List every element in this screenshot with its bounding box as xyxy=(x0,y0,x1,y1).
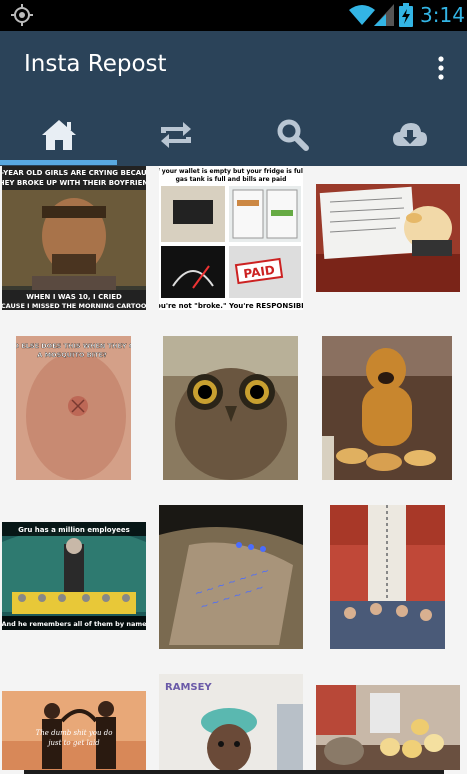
thumbnail-zipper-tower[interactable] xyxy=(330,505,445,649)
svg-text:WHEN I WAS 10, I CRIED: WHEN I WAS 10, I CRIED xyxy=(26,293,122,301)
battery-charging-icon xyxy=(399,3,413,27)
meme-image xyxy=(316,685,460,770)
home-icon xyxy=(41,119,76,150)
meme-image: The dumb shit you do just to get laid xyxy=(2,691,146,770)
app-title: Insta Repost xyxy=(24,51,167,77)
svg-text:10-YEAR OLD GIRLS ARE CRYING B: 10-YEAR OLD GIRLS ARE CRYING BECAUSE xyxy=(2,169,146,177)
tab-download[interactable] xyxy=(351,103,467,166)
thumbnail-golden-retriever[interactable] xyxy=(322,336,452,480)
cell-signal-icon xyxy=(374,4,394,26)
meme-image xyxy=(322,336,452,480)
tab-home[interactable] xyxy=(0,103,117,166)
ramsey-logo: RAMSEY xyxy=(165,682,212,693)
tab-search[interactable] xyxy=(234,103,351,166)
thumbnail-cat-chicks[interactable] xyxy=(316,685,460,770)
scroll-bottom-edge xyxy=(24,770,444,774)
thumbnail-uv-tattoo[interactable]: ~ ~ ~ ~ ~ ~ ~ ~ ~ ~ ~ ~ ~ xyxy=(159,505,303,649)
repost-icon xyxy=(160,121,191,148)
more-vertical-icon[interactable] xyxy=(432,55,450,81)
cloud-download-icon xyxy=(392,122,427,146)
thumbnail-hangover-meme[interactable]: 10-YEAR OLD GIRLS ARE CRYING BECAUSE THE… xyxy=(2,166,146,310)
svg-text:just to get laid: just to get laid xyxy=(46,739,100,747)
meme-image: ~ ~ ~ ~ ~ ~ ~ ~ ~ ~ ~ ~ ~ xyxy=(159,505,303,649)
tab-repost[interactable] xyxy=(117,103,234,166)
svg-text:WHO ELSE DOES THIS WHEN THEY G: WHO ELSE DOES THIS WHEN THEY GET xyxy=(16,342,131,350)
thumbnail-gru-minions[interactable]: Gru has a million employees And he remem… xyxy=(2,522,146,630)
svg-text:gas tank is full and bills are: gas tank is full and bills are paid xyxy=(176,176,287,183)
svg-text:And he remembers all of them b: And he remembers all of them by name xyxy=(2,620,146,628)
thumbnail-owl[interactable] xyxy=(163,336,298,480)
svg-text:Gru has a million employees: Gru has a million employees xyxy=(18,526,130,534)
wifi-icon xyxy=(349,5,375,25)
meme-image: WHO ELSE DOES THIS WHEN THEY GET A MOSQU… xyxy=(16,336,131,480)
image-grid: 10-YEAR OLD GIRLS ARE CRYING BECAUSE THE… xyxy=(0,166,467,770)
thumbnail-duck-notes[interactable] xyxy=(316,184,460,292)
meme-image xyxy=(163,336,298,480)
meme-image xyxy=(316,184,460,292)
svg-text:A MOSQUITO BITE?: A MOSQUITO BITE? xyxy=(37,351,107,359)
svg-text:BECAUSE I MISSED THE MORNING C: BECAUSE I MISSED THE MORNING CARTOONS xyxy=(2,302,146,310)
svg-text:The dumb shit you do: The dumb shit you do xyxy=(36,729,113,737)
meme-image: If your wallet is empty but your fridge … xyxy=(159,166,303,310)
meme-image: 10-YEAR OLD GIRLS ARE CRYING BECAUSE THE… xyxy=(2,166,146,310)
app-bar: Insta Repost xyxy=(0,31,467,103)
svg-text:If your wallet is empty but yo: If your wallet is empty but your fridge … xyxy=(159,168,303,175)
tab-bar xyxy=(0,103,467,166)
thumbnail-mosquito-bite[interactable]: WHO ELSE DOES THIS WHEN THEY GET A MOSQU… xyxy=(16,336,131,480)
search-icon xyxy=(277,119,309,151)
thumbnail-beach-couple[interactable]: The dumb shit you do just to get laid xyxy=(2,691,146,770)
svg-text:THEY BROKE UP WITH THEIR BOYFR: THEY BROKE UP WITH THEIR BOYFRIEND xyxy=(2,179,146,187)
thumbnail-dog-shower-cap[interactable]: RAMSEY xyxy=(159,674,303,770)
status-bar: 3:14 xyxy=(0,0,467,31)
meme-image: Gru has a million employees And he remem… xyxy=(2,522,146,630)
thumbnail-responsible-meme[interactable]: If your wallet is empty but your fridge … xyxy=(159,166,303,310)
tab-selected-indicator xyxy=(0,160,117,165)
gps-icon xyxy=(11,4,33,26)
clock: 3:14 xyxy=(420,3,465,27)
meme-image xyxy=(330,505,445,649)
svg-text:You're not "broke." You're RES: You're not "broke." You're RESPONSIBLE xyxy=(159,302,303,310)
meme-image: RAMSEY xyxy=(159,674,303,770)
